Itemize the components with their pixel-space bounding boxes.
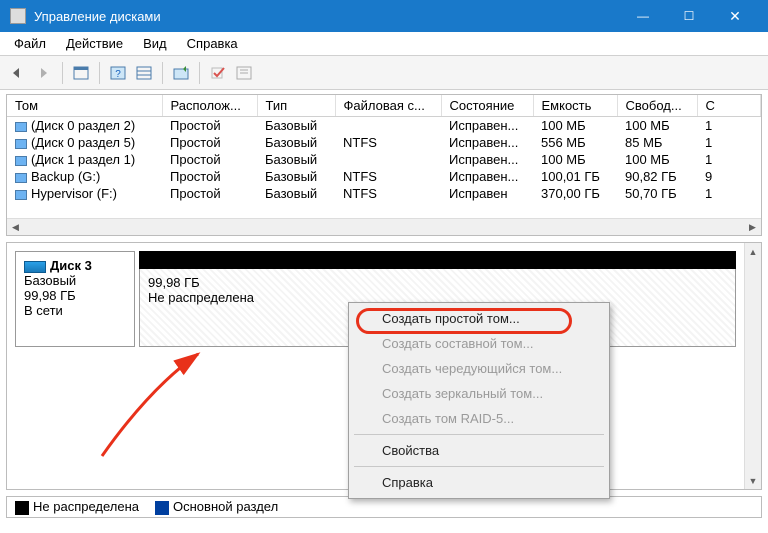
minimize-button[interactable]: — bbox=[620, 0, 666, 32]
toolbar-check-icon[interactable] bbox=[206, 61, 230, 85]
scroll-left-icon[interactable]: ◀ bbox=[7, 219, 24, 236]
ctx-create-raid5-volume: Создать том RAID-5... bbox=[352, 406, 606, 431]
menu-view[interactable]: Вид bbox=[133, 34, 177, 53]
legend-unallocated: Не распределена bbox=[15, 499, 139, 515]
toolbar-props-icon[interactable] bbox=[232, 61, 256, 85]
vertical-scrollbar[interactable]: ▲ ▼ bbox=[744, 243, 761, 489]
toolbar-list-icon[interactable] bbox=[132, 61, 156, 85]
window-title: Управление дисками bbox=[34, 9, 161, 24]
scroll-down-icon[interactable]: ▼ bbox=[745, 472, 761, 489]
legend-bar: Не распределена Основной раздел bbox=[6, 496, 762, 518]
app-icon bbox=[10, 8, 26, 24]
disk-icon bbox=[24, 261, 46, 273]
maximize-button[interactable]: ☐ bbox=[666, 0, 712, 32]
legend-primary: Основной раздел bbox=[155, 499, 278, 515]
forward-button[interactable] bbox=[32, 61, 56, 85]
col-free[interactable]: Свобод... bbox=[617, 95, 697, 117]
svg-text:?: ? bbox=[115, 69, 121, 80]
disk-label-box[interactable]: Диск 3 Базовый 99,98 ГБ В сети bbox=[15, 251, 135, 347]
col-type[interactable]: Тип bbox=[257, 95, 335, 117]
back-button[interactable] bbox=[6, 61, 30, 85]
toolbar-help-icon[interactable]: ? bbox=[106, 61, 130, 85]
toolbar: ? bbox=[0, 56, 768, 90]
close-button[interactable]: ✕ bbox=[712, 0, 758, 32]
col-volume[interactable]: Том bbox=[7, 95, 162, 117]
col-layout[interactable]: Располож... bbox=[162, 95, 257, 117]
volume-list: Том Располож... Тип Файловая с... Состоя… bbox=[6, 94, 762, 236]
table-header-row: Том Располож... Тип Файловая с... Состоя… bbox=[7, 95, 761, 117]
col-status[interactable]: Состояние bbox=[441, 95, 533, 117]
menu-bar: Файл Действие Вид Справка bbox=[0, 32, 768, 56]
volume-header-bar bbox=[139, 251, 736, 269]
col-capacity[interactable]: Емкость bbox=[533, 95, 617, 117]
col-extra[interactable]: С bbox=[697, 95, 761, 117]
toolbar-view-icon[interactable] bbox=[69, 61, 93, 85]
ctx-help[interactable]: Справка bbox=[352, 470, 606, 495]
disk-status: В сети bbox=[24, 303, 63, 318]
context-menu: Создать простой том... Создать составной… bbox=[348, 302, 610, 499]
disk-size: 99,98 ГБ bbox=[24, 288, 76, 303]
scroll-up-icon[interactable]: ▲ bbox=[745, 243, 761, 260]
legend-primary-swatch bbox=[155, 501, 169, 515]
table-row[interactable]: Backup (G:)ПростойБазовыйNTFSИсправен...… bbox=[7, 168, 761, 185]
volume-state: Не распределена bbox=[148, 290, 254, 305]
horizontal-scrollbar[interactable]: ◀ ▶ bbox=[7, 218, 761, 235]
toolbar-refresh-icon[interactable] bbox=[169, 61, 193, 85]
scroll-right-icon[interactable]: ▶ bbox=[744, 219, 761, 236]
table-row[interactable]: (Диск 0 раздел 5)ПростойБазовыйNTFSИспра… bbox=[7, 134, 761, 151]
legend-unallocated-swatch bbox=[15, 501, 29, 515]
disk-type: Базовый bbox=[24, 273, 76, 288]
menu-action[interactable]: Действие bbox=[56, 34, 133, 53]
ctx-create-spanned-volume: Создать составной том... bbox=[352, 331, 606, 356]
title-bar: Управление дисками — ☐ ✕ bbox=[0, 0, 768, 32]
table-row[interactable]: Hypervisor (F:)ПростойБазовыйNTFSИсправе… bbox=[7, 185, 761, 202]
disk-name: Диск 3 bbox=[50, 258, 92, 273]
menu-file[interactable]: Файл bbox=[4, 34, 56, 53]
volume-size: 99,98 ГБ bbox=[148, 275, 200, 290]
ctx-create-simple-volume[interactable]: Создать простой том... bbox=[352, 306, 606, 331]
col-fs[interactable]: Файловая с... bbox=[335, 95, 441, 117]
ctx-properties[interactable]: Свойства bbox=[352, 438, 606, 463]
table-row[interactable]: (Диск 1 раздел 1)ПростойБазовыйИсправен.… bbox=[7, 151, 761, 168]
menu-help[interactable]: Справка bbox=[177, 34, 248, 53]
ctx-create-striped-volume: Создать чередующийся том... bbox=[352, 356, 606, 381]
ctx-create-mirrored-volume: Создать зеркальный том... bbox=[352, 381, 606, 406]
table-row[interactable]: (Диск 0 раздел 2)ПростойБазовыйИсправен.… bbox=[7, 117, 761, 135]
